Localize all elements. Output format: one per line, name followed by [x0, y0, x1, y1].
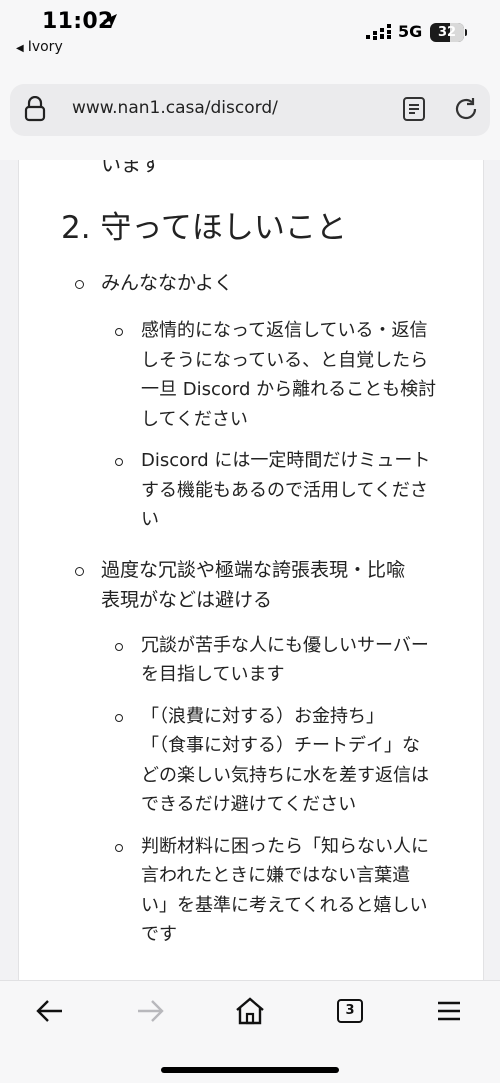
- location-arrow-icon: [103, 14, 117, 28]
- sub-rule-line: 言われたときに嫌ではない言葉遣: [141, 865, 411, 886]
- back-triangle-icon: ◀: [16, 43, 24, 54]
- tabs-icon[interactable]: 3: [337, 999, 363, 1023]
- sub-rule-line: 感情的になって返信している・返信: [141, 320, 428, 341]
- rule-text-line: 過度な冗談や極端な誇張表現・比喩: [101, 558, 406, 581]
- sub-rule-line: する機能もあるので活用してくださ: [141, 479, 428, 501]
- bullet-circle-icon: [75, 566, 84, 576]
- reader-icon[interactable]: [402, 96, 426, 122]
- cellular-signal-icon: [366, 24, 391, 40]
- sub-rule-line: Discord には一定時間だけミュート: [141, 450, 431, 471]
- bullet-circle-icon: [115, 328, 123, 336]
- sub-rule-line: い」を基準に考えてくれると嬉しい: [141, 894, 428, 916]
- content-card: います 2. 守ってほしいこと みんななかよく 感情的になって返信している・返信…: [18, 160, 484, 980]
- section-heading: 2. 守ってほしいこと: [61, 210, 347, 246]
- bullet-circle-icon: [115, 458, 123, 466]
- status-bar: 11:02 ◀ Ivory 5G 32: [0, 0, 500, 66]
- sub-rule-line: 判断材料に困ったら「知らない人に: [141, 835, 429, 857]
- sub-rule-item: 「（浪費に対する）お金持ち」 「（食事に対する）チートデイ」な どの楽しい気持ち…: [61, 702, 461, 820]
- sub-rule-line: 一旦 Discord から離れることも検討: [141, 379, 437, 400]
- rule-item: みんななかよく: [61, 268, 461, 298]
- bullet-circle-icon: [75, 280, 84, 289]
- address-bar-area: www.nan1.casa/discord/: [0, 66, 500, 161]
- back-arrow-icon[interactable]: [30, 995, 70, 1027]
- url-text[interactable]: www.nan1.casa/discord/: [72, 98, 278, 118]
- sub-rule-line: しそうになっている、と自覚したら: [141, 349, 429, 371]
- sub-rule-line: 冗談が苦手な人にも優しいサーバー: [141, 634, 429, 656]
- rules-list: みんななかよく 感情的になって返信している・返信 しそうになっている、と自覚した…: [61, 268, 461, 950]
- sub-rule-item: 感情的になって返信している・返信 しそうになっている、と自覚したら 一旦 Dis…: [61, 316, 461, 434]
- home-indicator[interactable]: [161, 1067, 339, 1073]
- address-bar[interactable]: www.nan1.casa/discord/: [10, 84, 490, 136]
- bullet-circle-icon: [115, 713, 123, 722]
- sub-rule-item: 判断材料に困ったら「知らない人に 言われたときに嫌ではない言葉遣 い」を基準に考…: [61, 832, 461, 950]
- clipped-text: います: [101, 160, 161, 176]
- web-page[interactable]: います 2. 守ってほしいこと みんななかよく 感情的になって返信している・返信…: [0, 160, 500, 980]
- sub-rule-item: 冗談が苦手な人にも優しいサーバー を目指しています: [61, 631, 461, 690]
- back-to-app-link[interactable]: ◀ Ivory: [16, 39, 63, 55]
- forward-arrow-icon[interactable]: [130, 995, 170, 1027]
- sub-rule-line: い: [141, 509, 159, 530]
- sub-rule-line: してください: [141, 408, 248, 430]
- bottom-toolbar: 3: [0, 980, 500, 1083]
- sub-rule-line: です: [141, 924, 177, 945]
- sub-rule-line: できるだけ避けてください: [141, 794, 357, 815]
- rule-item: 過度な冗談や極端な誇張表現・比喩 表現がなどは避ける: [61, 555, 461, 615]
- bullet-circle-icon: [115, 843, 123, 852]
- rule-text: みんななかよく: [101, 272, 234, 294]
- home-icon[interactable]: [230, 995, 270, 1027]
- menu-icon[interactable]: [430, 995, 470, 1027]
- sub-rule-line: 「（食事に対する）チートデイ」な: [141, 735, 420, 756]
- network-type: 5G: [398, 22, 423, 41]
- rule-text-line: 表現がなどは避ける: [101, 588, 273, 611]
- sub-rule-line: を目指しています: [141, 664, 285, 685]
- sub-rule-line: どの楽しい気持ちに水を差す返信は: [141, 764, 429, 786]
- sub-rule-item: Discord には一定時間だけミュート する機能もあるので活用してくださ い: [61, 446, 461, 535]
- battery-icon: 32: [430, 23, 467, 42]
- back-app-label: Ivory: [27, 39, 63, 55]
- sub-rule-line: 「（浪費に対する）お金持ち」: [141, 705, 384, 727]
- reload-icon[interactable]: [452, 95, 480, 123]
- battery-level: 32: [437, 25, 457, 40]
- bullet-circle-icon: [115, 642, 123, 651]
- lock-icon: [24, 96, 46, 122]
